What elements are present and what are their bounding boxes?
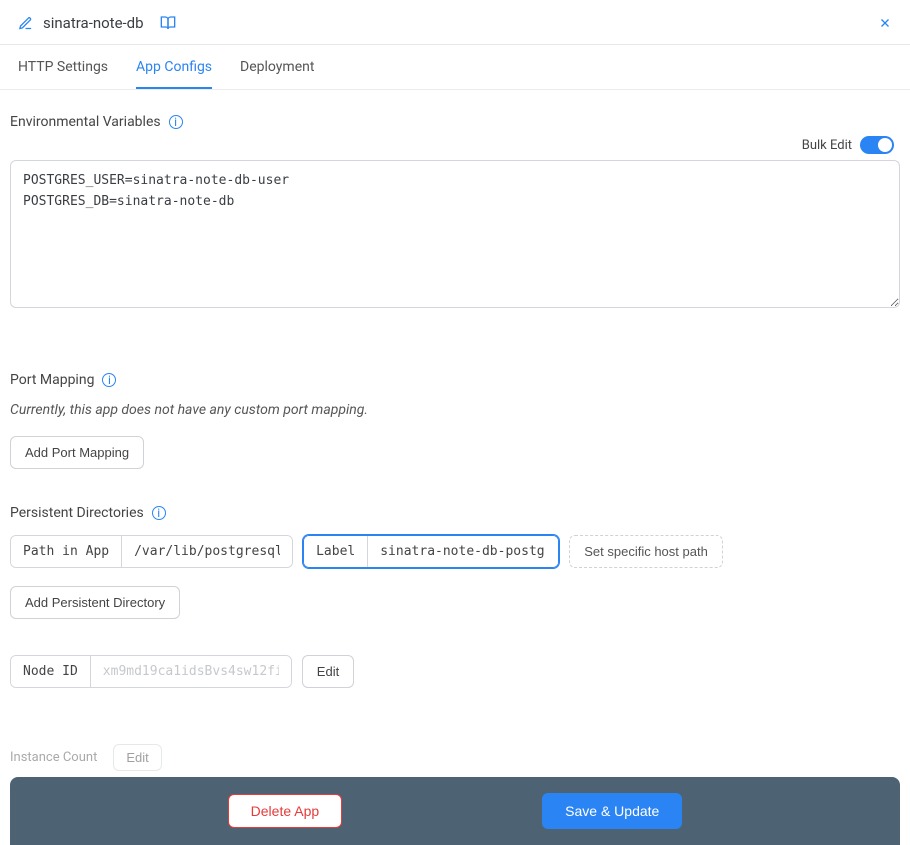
label-group: Label [303, 535, 559, 568]
path-in-app-group: Path in App [10, 535, 293, 568]
tabs: HTTP Settings App Configs Deployment [0, 45, 910, 90]
env-vars-textarea[interactable] [10, 160, 900, 308]
close-icon[interactable] [878, 16, 892, 30]
book-icon[interactable] [160, 15, 176, 31]
bulk-edit-label: Bulk Edit [802, 138, 852, 153]
header: sinatra-note-db [0, 0, 910, 45]
instance-count-label: Instance Count [10, 750, 97, 765]
env-vars-label: Environmental Variables i [10, 114, 183, 130]
set-host-path-button[interactable]: Set specific host path [569, 535, 723, 568]
edit-icon[interactable] [18, 16, 33, 31]
label-addon: Label [304, 536, 368, 567]
app-title: sinatra-note-db [43, 14, 144, 32]
tab-app-configs[interactable]: App Configs [136, 45, 212, 89]
info-icon[interactable]: i [102, 373, 116, 387]
path-in-app-input[interactable] [122, 536, 292, 567]
bulk-edit-toggle[interactable] [860, 136, 894, 154]
node-id-edit-button[interactable]: Edit [302, 655, 354, 688]
save-update-button[interactable]: Save & Update [542, 793, 682, 829]
instance-count-edit-button[interactable]: Edit [113, 744, 161, 771]
add-persistent-directory-button[interactable]: Add Persistent Directory [10, 586, 180, 619]
port-mapping-label: Port Mapping i [10, 372, 116, 388]
info-icon[interactable]: i [152, 506, 166, 520]
tab-deployment[interactable]: Deployment [240, 45, 314, 89]
path-addon: Path in App [11, 536, 122, 567]
port-mapping-empty-note: Currently, this app does not have any cu… [10, 402, 900, 418]
label-input[interactable] [368, 536, 558, 567]
footer-bar: Delete App Save & Update [10, 777, 900, 845]
instance-count-row: Instance Count Edit [10, 744, 162, 771]
info-icon[interactable]: i [169, 115, 183, 129]
node-id-input [91, 656, 291, 687]
node-id-addon: Node ID [11, 656, 91, 687]
add-port-mapping-button[interactable]: Add Port Mapping [10, 436, 144, 469]
delete-app-button[interactable]: Delete App [228, 794, 343, 828]
node-id-group: Node ID [10, 655, 292, 688]
persistent-directories-label: Persistent Directories i [10, 505, 166, 521]
tab-http-settings[interactable]: HTTP Settings [18, 45, 108, 89]
